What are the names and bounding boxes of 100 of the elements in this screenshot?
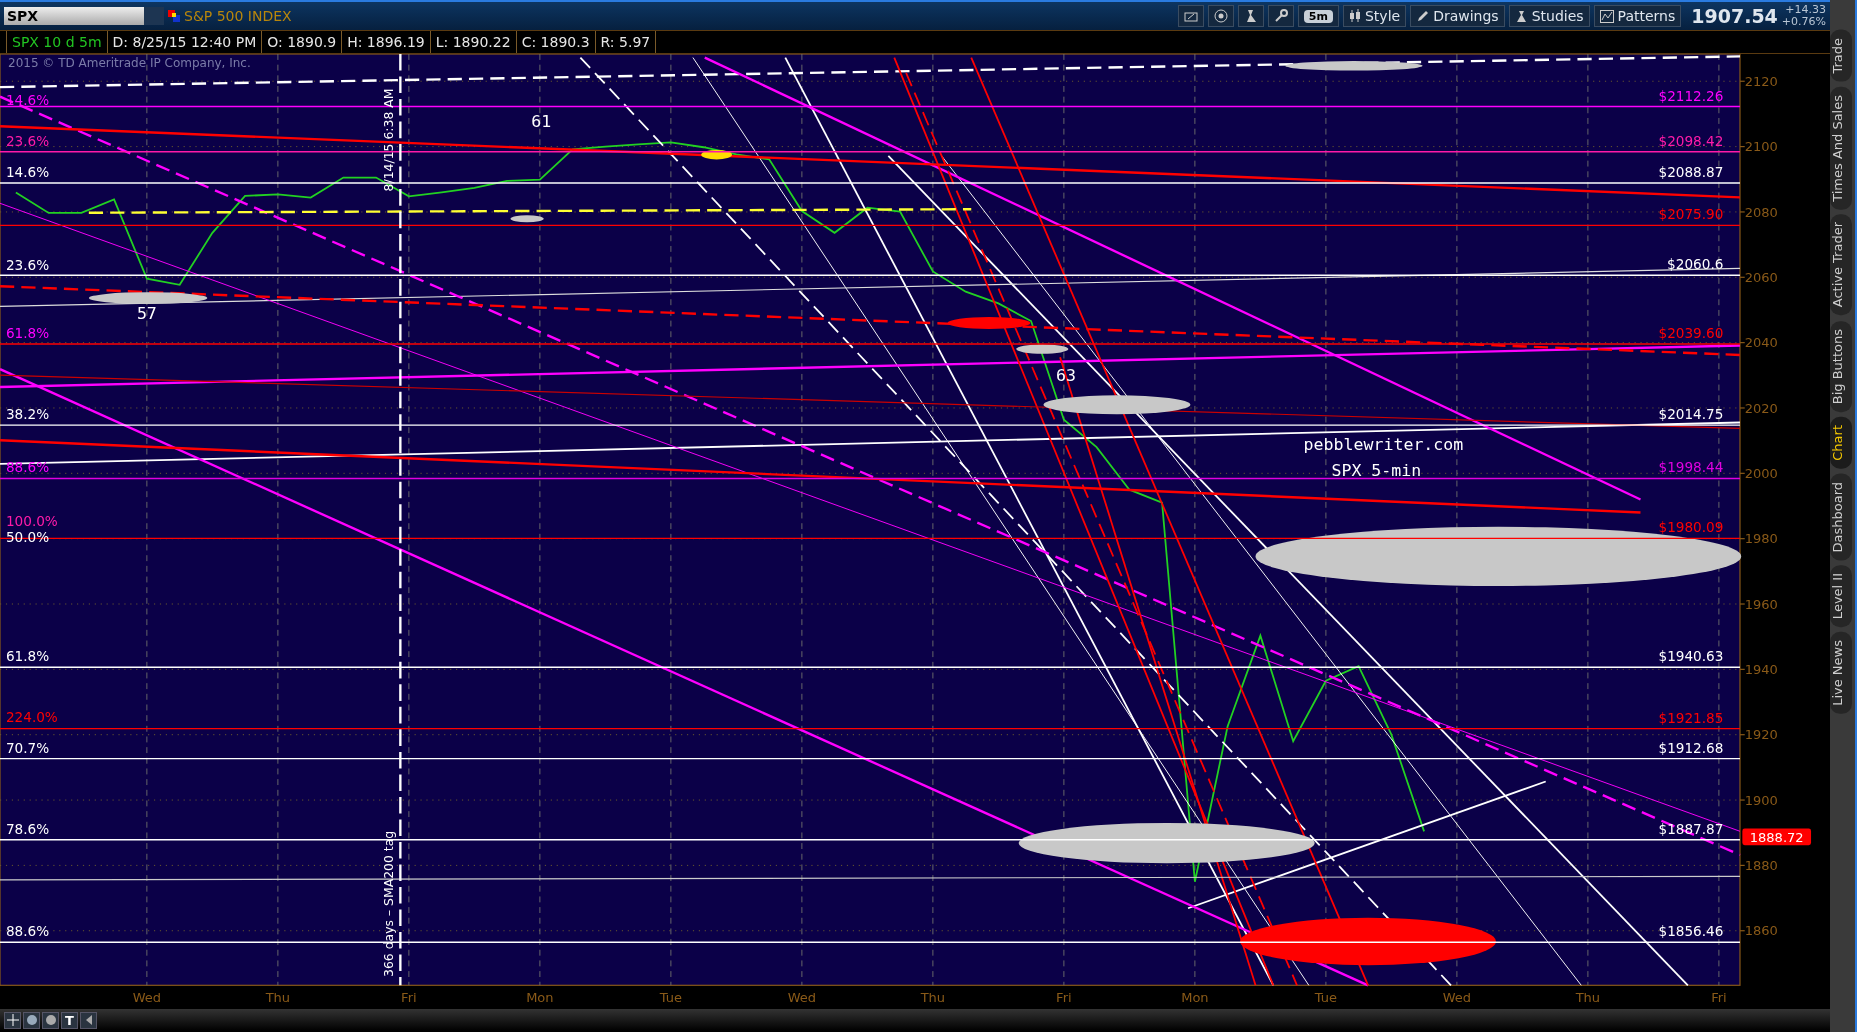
fib-label: 88.6% <box>5 922 50 939</box>
highlight-ellipse <box>1016 344 1069 354</box>
toolbar-button[interactable]: Studies <box>1508 5 1590 27</box>
fib-label: 100.0% <box>5 512 58 529</box>
settings-icon[interactable] <box>1267 5 1294 27</box>
crosshair-icon[interactable] <box>4 1011 21 1029</box>
axis-label: Fri <box>1056 989 1072 1005</box>
info-field: O: 1890.9 <box>262 31 343 53</box>
axis-label: 1880 <box>1744 858 1778 874</box>
text-tool-button[interactable]: T <box>61 1011 78 1029</box>
axis-label: 2060 <box>1744 270 1778 286</box>
side-tab[interactable]: Big Buttons <box>1830 320 1852 412</box>
axis-label: Mon <box>1181 989 1209 1005</box>
level-label: $1998.44 <box>1658 459 1724 476</box>
link-icon[interactable] <box>168 10 180 22</box>
level-label: $1940.63 <box>1658 648 1724 665</box>
scroll-left-icon[interactable] <box>80 1011 97 1029</box>
chart-annotation: 57 <box>136 304 157 324</box>
percent-change: +0.76% <box>1781 16 1826 28</box>
fib-label: 61.8% <box>5 325 50 342</box>
symbol-field[interactable]: SPX <box>4 7 164 25</box>
level-label: $2060.6 <box>1667 256 1724 273</box>
info-field: R: 5.97 <box>595 31 657 53</box>
fib-label: 23.6% <box>5 133 50 150</box>
info-field: H: 1896.19 <box>342 31 431 53</box>
price-badge: 1888.72 <box>1742 828 1812 846</box>
highlight-ellipse <box>510 215 544 223</box>
level-label: $2014.75 <box>1658 406 1724 423</box>
level-label: $1887.87 <box>1658 820 1724 837</box>
level-label: $2098.42 <box>1658 132 1724 149</box>
axis-label: Thu <box>1575 989 1601 1005</box>
axis-label: Fri <box>401 989 417 1005</box>
copyright-text: 2015 © TD Ameritrade IP Company, Inc. <box>8 56 251 70</box>
level-label: $1912.68 <box>1658 739 1724 756</box>
level-label: $2039.60 <box>1658 325 1724 341</box>
symbol-description: S&P 500 INDEX <box>184 8 292 24</box>
info-field: C: 1890.3 <box>516 31 596 53</box>
pattern-icon <box>1599 9 1614 23</box>
info-field: L: 1890.22 <box>430 31 517 53</box>
price-change: +14.33 <box>1785 4 1826 16</box>
side-tab[interactable]: Active Trader <box>1830 214 1852 316</box>
fib-label: 14.6% <box>5 91 50 108</box>
axis-label: Fri <box>1711 989 1727 1005</box>
level-label: $2088.87 <box>1658 164 1724 181</box>
axis-label: Wed <box>132 989 162 1005</box>
axis-label: 1940 <box>1744 662 1778 678</box>
axis-label: Tue <box>659 989 682 1005</box>
axis-label: 2080 <box>1744 204 1778 220</box>
level-label: $1856.46 <box>1658 923 1724 940</box>
share-icon[interactable] <box>1177 5 1204 27</box>
vertical-label: 8/14/15 6:38 AM <box>381 88 397 192</box>
axis-label: 1860 <box>1744 923 1778 939</box>
side-tab[interactable]: Live News <box>1830 632 1852 715</box>
pencil-icon <box>1416 9 1430 23</box>
axis-label: 1980 <box>1744 531 1778 547</box>
fib-label: 38.2% <box>5 405 50 422</box>
fib-label: 23.6% <box>5 256 50 273</box>
fib-label: 78.6% <box>5 820 50 837</box>
side-tab[interactable]: Level II <box>1830 565 1852 628</box>
side-tab[interactable]: Dashboard <box>1830 473 1852 561</box>
side-tab[interactable]: Trade <box>1830 30 1852 82</box>
toolbar-button[interactable]: Patterns <box>1593 5 1682 27</box>
axis-label: 1960 <box>1744 596 1778 612</box>
axis-label: 2040 <box>1744 335 1778 351</box>
fib-label: 61.8% <box>5 647 50 664</box>
toolbar-button[interactable]: Drawings <box>1410 5 1505 27</box>
axis-label: Wed <box>1442 989 1472 1005</box>
side-tab[interactable]: Chart <box>1830 416 1852 469</box>
chart-annotation: SPX 5-min <box>1331 460 1422 480</box>
axis-label: Wed <box>787 989 817 1005</box>
highlight-ellipse <box>701 149 732 160</box>
level-label: $1980.09 <box>1658 519 1724 536</box>
axis-label: Thu <box>265 989 291 1005</box>
fib-label: 70.7% <box>5 740 50 757</box>
side-tab[interactable]: Times And Sales <box>1830 86 1852 210</box>
axis-label: Tue <box>1314 989 1337 1005</box>
axis-label: Thu <box>920 989 946 1005</box>
fib-label: 88.6% <box>5 459 50 476</box>
info-field: SPX 10 d 5m <box>6 31 108 53</box>
axis-label: 1900 <box>1744 792 1778 808</box>
interval-button[interactable]: 5m <box>1297 5 1339 27</box>
fib-label: 14.6% <box>5 164 50 181</box>
target-icon[interactable] <box>1207 5 1234 27</box>
vertical-label: 366 days – SMA200 tag <box>381 830 397 977</box>
axis-label: Mon <box>526 989 554 1005</box>
axis-label: 2000 <box>1744 466 1778 482</box>
level-label: $1921.85 <box>1658 709 1724 726</box>
last-price: 1907.54 <box>1691 5 1778 27</box>
level-label: $2075.90 <box>1658 206 1724 223</box>
axis-label: 2120 <box>1744 74 1778 89</box>
chart-annotation: pebblewriter.com <box>1303 434 1464 454</box>
axis-label: 1920 <box>1744 727 1778 743</box>
fib-label: 224.0% <box>5 709 58 726</box>
axis-label: 2020 <box>1744 400 1778 416</box>
level-label: $2112.26 <box>1658 87 1724 104</box>
candle-icon <box>1349 9 1361 23</box>
axis-label: 2100 <box>1744 139 1778 155</box>
chart-annotation: 61 <box>531 112 552 132</box>
toolbar-button[interactable]: Style <box>1343 5 1407 27</box>
info-field: D: 8/25/15 12:40 PM <box>107 31 263 53</box>
